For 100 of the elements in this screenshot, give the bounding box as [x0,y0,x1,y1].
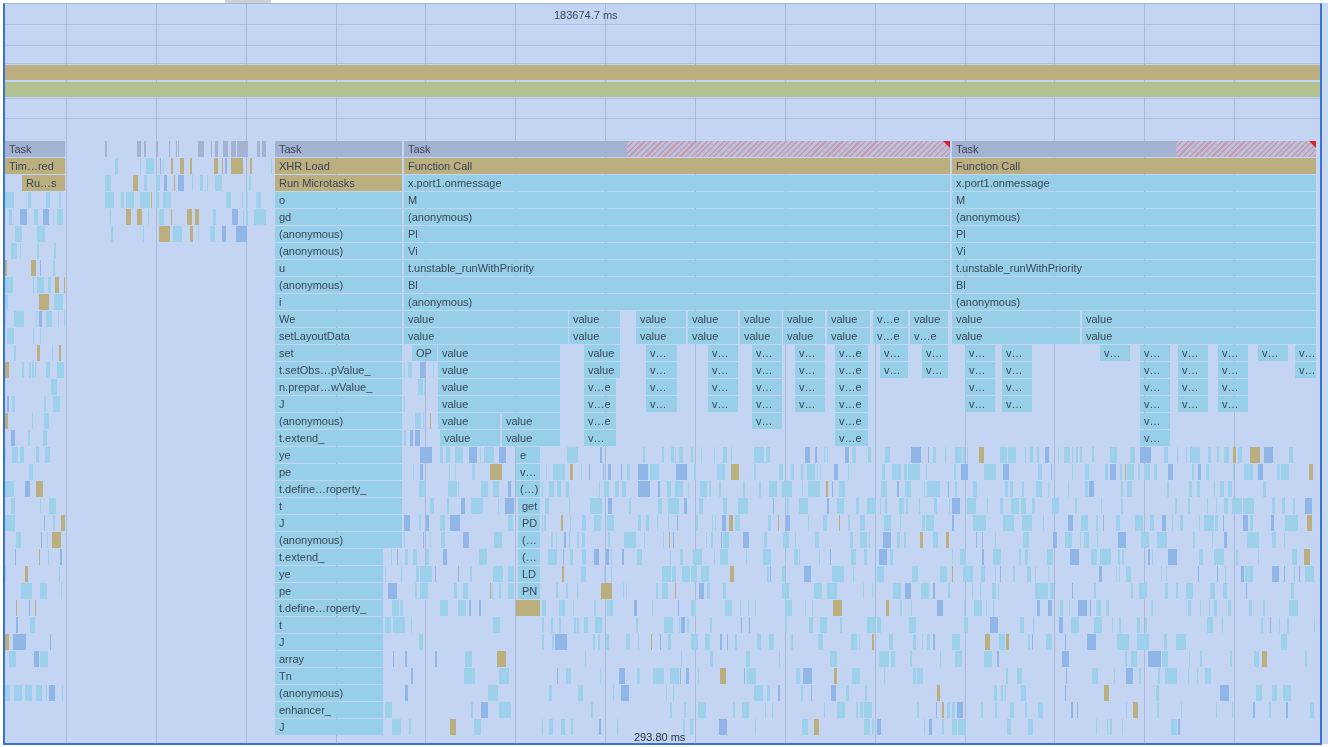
call-frame[interactable]: v… [752,379,782,395]
call-frame[interactable]: v…e [584,413,616,429]
call-frame[interactable]: pe [275,583,383,599]
script-frame[interactable]: Function Call [404,158,950,174]
call-frame[interactable]: v… [1218,396,1248,412]
call-frame[interactable]: v… [965,345,995,361]
call-frame[interactable]: v… [646,362,677,378]
script-frame[interactable]: Function Call [952,158,1316,174]
call-frame[interactable]: v… [1140,345,1170,361]
call-frame[interactable]: (…) [516,481,540,497]
call-frame[interactable]: v… [1178,362,1208,378]
call-frame[interactable]: v… [1140,413,1170,429]
call-frame[interactable]: value [1082,311,1316,327]
call-frame[interactable]: (anonymous) [275,243,402,259]
call-frame[interactable]: v… [646,345,677,361]
call-frame[interactable]: ye [275,447,402,463]
call-frame[interactable]: value [438,362,560,378]
call-frame[interactable]: value [952,328,1080,344]
call-frame[interactable]: v…e [835,379,868,395]
script-frame[interactable]: XHR Load [275,158,402,174]
call-frame[interactable]: array [275,651,383,667]
call-frame[interactable]: x.port1.onmessage [404,175,950,191]
call-frame[interactable]: value [636,311,686,327]
call-frame[interactable]: v…e [873,328,908,344]
call-frame[interactable]: Vi [952,243,1316,259]
call-frame[interactable]: v…e [910,328,948,344]
call-frame[interactable]: v… [752,396,782,412]
call-frame[interactable]: v… [795,362,825,378]
call-frame[interactable]: t [275,617,383,633]
task-bar[interactable]: Task [5,141,65,157]
call-frame[interactable]: v… [965,362,995,378]
task-bar[interactable]: Task [952,141,1316,157]
call-frame[interactable]: J [275,515,402,531]
script-frame[interactable] [516,600,540,616]
call-frame[interactable]: M [404,192,950,208]
call-frame[interactable]: (… [518,532,540,548]
call-frame[interactable]: t.unstable_runWithPriority [404,260,950,276]
call-frame[interactable]: value [569,328,620,344]
call-frame[interactable]: value [688,311,738,327]
call-frame[interactable]: v…e [584,396,616,412]
call-frame[interactable]: value [438,413,500,429]
call-frame[interactable]: v… [1002,362,1032,378]
call-frame[interactable]: v… [1178,345,1208,361]
call-frame[interactable]: M [952,192,1316,208]
call-frame[interactable]: value [1082,328,1316,344]
call-frame[interactable]: set [275,345,402,361]
call-frame[interactable]: v… [1140,396,1170,412]
call-frame[interactable]: value [636,328,686,344]
call-frame[interactable]: J [275,396,402,412]
call-frame[interactable]: v… [752,362,782,378]
call-frame[interactable]: value [502,413,560,429]
call-frame[interactable]: Pl [952,226,1316,242]
call-frame[interactable]: t.define…roperty_ [275,600,383,616]
call-frame[interactable]: v…e [835,362,868,378]
call-frame[interactable]: (anonymous) [275,226,402,242]
call-frame[interactable]: v… [1002,345,1032,361]
call-frame[interactable]: v… [1100,345,1130,361]
call-frame[interactable]: (anonymous) [275,685,383,701]
call-frame[interactable]: value [404,328,568,344]
call-frame[interactable]: value [440,430,500,446]
script-frame[interactable]: Tim…red [5,158,65,174]
call-frame[interactable]: value [783,311,825,327]
call-frame[interactable]: get [518,498,540,514]
call-frame[interactable]: v… [1295,362,1316,378]
call-frame[interactable]: n.prepar…wValue_ [275,379,402,395]
call-frame[interactable]: (anonymous) [275,277,402,293]
call-frame[interactable]: value [910,311,948,327]
call-frame[interactable]: value [438,379,560,395]
call-frame[interactable]: v… [1218,379,1248,395]
call-frame[interactable]: v…e [835,430,868,446]
call-frame[interactable]: v…e [835,345,868,361]
call-frame[interactable]: value [740,311,782,327]
call-frame[interactable]: J [275,719,383,735]
call-frame[interactable]: o [275,192,402,208]
call-frame[interactable]: v… [646,396,677,412]
call-frame[interactable]: value [783,328,825,344]
call-frame[interactable]: pe [275,464,402,480]
call-frame[interactable]: value [688,328,738,344]
call-frame[interactable]: e [516,447,540,463]
call-frame[interactable]: J [275,634,383,650]
call-frame[interactable]: setLayoutData [275,328,402,344]
call-frame[interactable]: Bl [404,277,950,293]
call-frame[interactable]: v… [752,413,782,429]
call-frame[interactable]: v… [880,362,908,378]
call-frame[interactable]: v… [708,396,738,412]
call-frame[interactable]: (anonymous) [404,209,950,225]
script-frame[interactable]: Run Microtasks [275,175,402,191]
call-frame[interactable]: t.extend_ [275,549,383,565]
call-frame[interactable]: x.port1.onmessage [952,175,1316,191]
call-frame[interactable]: PD [518,515,540,531]
call-frame[interactable]: (anonymous) [275,413,402,429]
call-frame[interactable]: value [827,311,870,327]
call-frame[interactable]: v… [1178,379,1208,395]
call-frame[interactable]: v… [795,396,825,412]
call-frame[interactable]: OP [412,345,437,361]
call-frame[interactable]: value [740,328,782,344]
task-bar[interactable]: Task [404,141,950,157]
call-frame[interactable]: v… [708,345,738,361]
call-frame[interactable]: t.define…roperty_ [275,481,402,497]
call-frame[interactable]: (anonymous) [952,294,1316,310]
